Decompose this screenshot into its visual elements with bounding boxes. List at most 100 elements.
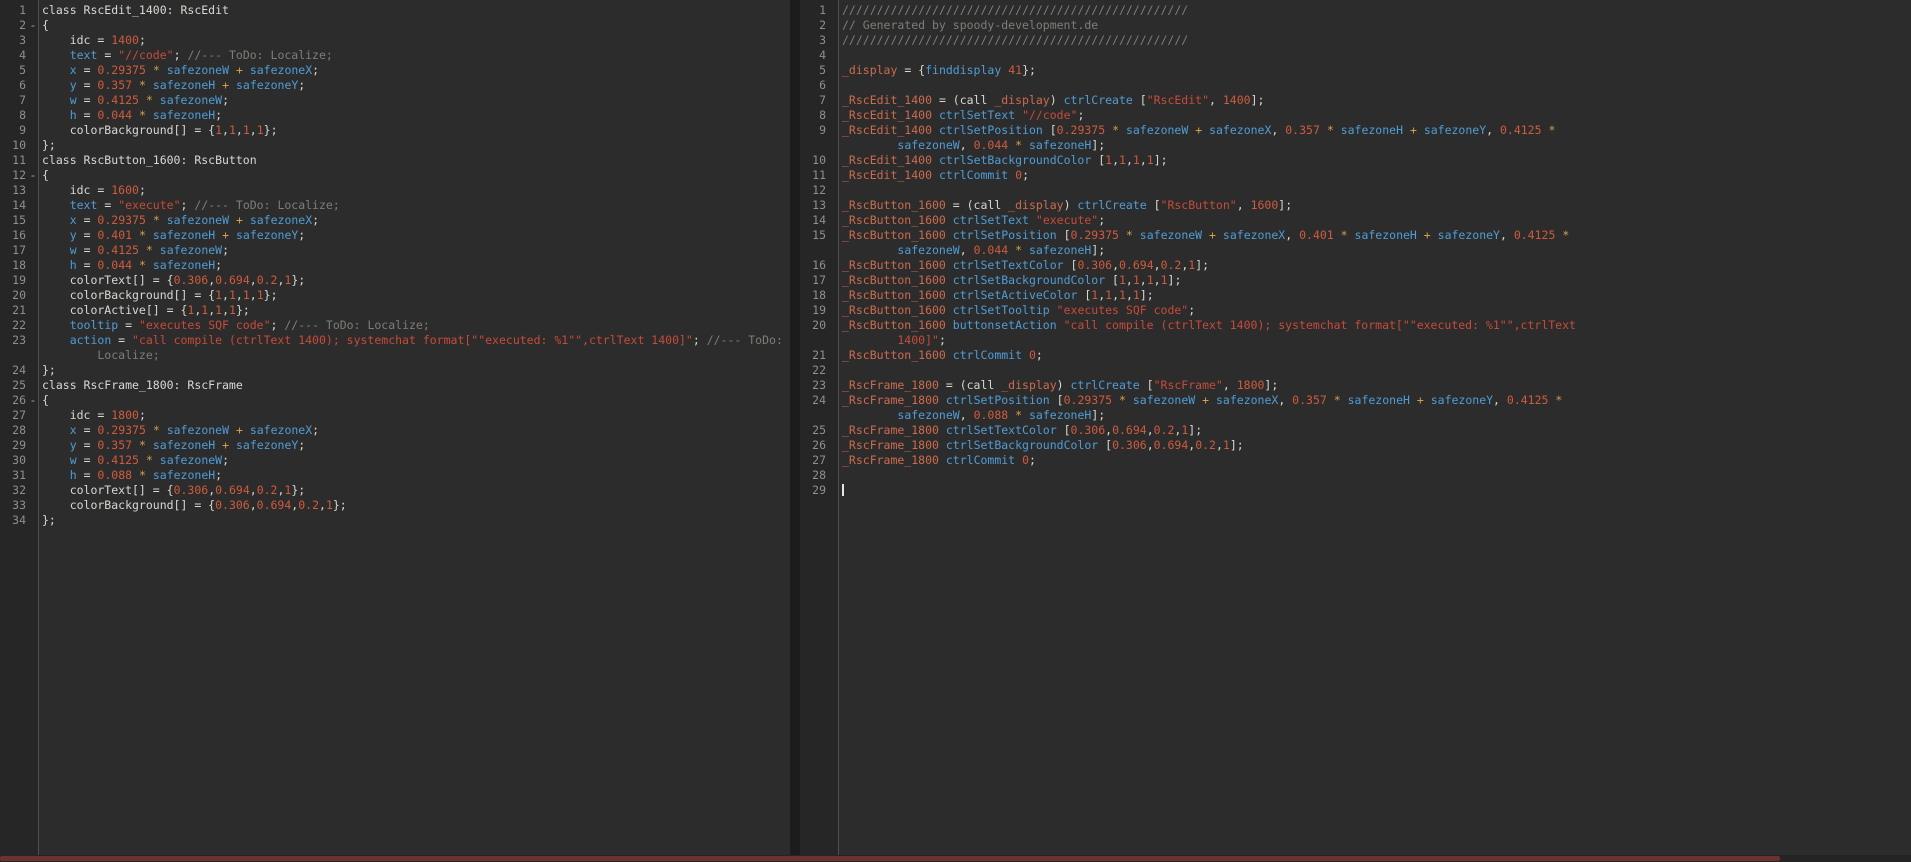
- code-line[interactable]: idc = 1600;: [38, 183, 790, 198]
- code-line[interactable]: _RscFrame_1800 ctrlSetTextColor [0.306,0…: [838, 423, 1911, 438]
- line-number[interactable]: 19: [0, 273, 38, 288]
- code-line[interactable]: _RscEdit_1400 = (call _display) ctrlCrea…: [838, 93, 1911, 108]
- code-line[interactable]: _RscButton_1600 ctrlSetTextColor [0.306,…: [838, 258, 1911, 273]
- line-number[interactable]: 27: [800, 453, 838, 468]
- fold-marker[interactable]: -: [28, 18, 38, 33]
- line-number[interactable]: 32: [0, 483, 38, 498]
- code-line[interactable]: w = 0.4125 * safezoneW;: [38, 243, 790, 258]
- code-line[interactable]: {: [38, 393, 790, 408]
- code-line[interactable]: idc = 1400;: [38, 33, 790, 48]
- code-line[interactable]: _RscEdit_1400 ctrlSetPosition [0.29375 *…: [838, 123, 1911, 138]
- line-number[interactable]: 15: [800, 228, 838, 243]
- code-line[interactable]: x = 0.29375 * safezoneW + safezoneX;: [38, 423, 790, 438]
- code-line[interactable]: w = 0.4125 * safezoneW;: [38, 453, 790, 468]
- code-line[interactable]: };: [38, 513, 790, 528]
- line-number[interactable]: [800, 333, 838, 348]
- line-number[interactable]: 15: [0, 213, 38, 228]
- code-line[interactable]: class RscFrame_1800: RscFrame: [38, 378, 790, 393]
- code-line[interactable]: colorText[] = {0.306,0.694,0.2,1};: [38, 273, 790, 288]
- code-line[interactable]: x = 0.29375 * safezoneW + safezoneX;: [38, 213, 790, 228]
- code-line[interactable]: colorBackground[] = {1,1,1,1};: [38, 123, 790, 138]
- line-number[interactable]: [800, 408, 838, 423]
- pane-divider[interactable]: [790, 0, 800, 855]
- line-number[interactable]: 19: [800, 303, 838, 318]
- line-number[interactable]: 28: [0, 423, 38, 438]
- right-code-area[interactable]: 1///////////////////////////////////////…: [800, 0, 1911, 498]
- code-line[interactable]: colorActive[] = {1,1,1,1};: [38, 303, 790, 318]
- line-number[interactable]: 7: [800, 93, 838, 108]
- line-number[interactable]: 29: [0, 438, 38, 453]
- line-number[interactable]: 6: [800, 78, 838, 93]
- line-number[interactable]: 3: [800, 33, 838, 48]
- code-line[interactable]: _RscEdit_1400 ctrlSetText "//code";: [838, 108, 1911, 123]
- line-number[interactable]: 6: [0, 78, 38, 93]
- line-number[interactable]: 2-: [0, 18, 38, 33]
- code-line[interactable]: w = 0.4125 * safezoneW;: [38, 93, 790, 108]
- line-number[interactable]: 12-: [0, 168, 38, 183]
- code-line[interactable]: // Generated by spoody-development.de: [838, 18, 1911, 33]
- code-line[interactable]: _RscFrame_1800 ctrlCommit 0;: [838, 453, 1911, 468]
- line-number[interactable]: 33: [0, 498, 38, 513]
- line-number[interactable]: 11: [800, 168, 838, 183]
- code-line[interactable]: y = 0.357 * safezoneH + safezoneY;: [38, 438, 790, 453]
- line-number[interactable]: 8: [800, 108, 838, 123]
- line-number[interactable]: 23: [0, 333, 38, 348]
- line-number[interactable]: 14: [800, 213, 838, 228]
- horizontal-scrollbar[interactable]: [0, 855, 1911, 862]
- code-line[interactable]: class RscButton_1600: RscButton: [38, 153, 790, 168]
- line-number[interactable]: 16: [0, 228, 38, 243]
- line-number[interactable]: 13: [800, 198, 838, 213]
- line-number[interactable]: 11: [0, 153, 38, 168]
- code-line[interactable]: [838, 483, 1911, 498]
- line-number[interactable]: 21: [0, 303, 38, 318]
- code-line[interactable]: [838, 183, 1911, 198]
- code-line[interactable]: {: [38, 18, 790, 33]
- code-line[interactable]: colorBackground[] = {1,1,1,1};: [38, 288, 790, 303]
- code-line[interactable]: {: [38, 168, 790, 183]
- code-line[interactable]: safezoneW, 0.088 * safezoneH];: [838, 408, 1911, 423]
- line-number[interactable]: 20: [0, 288, 38, 303]
- line-number[interactable]: 26-: [0, 393, 38, 408]
- code-line[interactable]: h = 0.044 * safezoneH;: [38, 258, 790, 273]
- line-number[interactable]: 3: [0, 33, 38, 48]
- line-number[interactable]: 26: [800, 438, 838, 453]
- line-number[interactable]: 34: [0, 513, 38, 528]
- code-line[interactable]: action = "call compile (ctrlText 1400); …: [38, 333, 790, 348]
- code-line[interactable]: [838, 78, 1911, 93]
- fold-marker[interactable]: -: [28, 393, 38, 408]
- code-line[interactable]: h = 0.088 * safezoneH;: [38, 468, 790, 483]
- line-number[interactable]: 9: [800, 123, 838, 138]
- line-number[interactable]: 5: [800, 63, 838, 78]
- code-line[interactable]: text = "//code"; //--- ToDo: Localize;: [38, 48, 790, 63]
- line-number[interactable]: 18: [800, 288, 838, 303]
- line-number[interactable]: 24: [800, 393, 838, 408]
- code-line[interactable]: _RscButton_1600 = (call _display) ctrlCr…: [838, 198, 1911, 213]
- fold-marker[interactable]: -: [28, 168, 38, 183]
- line-number[interactable]: 10: [0, 138, 38, 153]
- code-line[interactable]: _RscButton_1600 buttonsetAction "call co…: [838, 318, 1911, 333]
- line-number[interactable]: 1: [800, 3, 838, 18]
- code-line[interactable]: ////////////////////////////////////////…: [838, 3, 1911, 18]
- line-number[interactable]: 8: [0, 108, 38, 123]
- line-number[interactable]: 30: [0, 453, 38, 468]
- line-number[interactable]: 10: [800, 153, 838, 168]
- code-line[interactable]: _RscButton_1600 ctrlCommit 0;: [838, 348, 1911, 363]
- line-number[interactable]: 31: [0, 468, 38, 483]
- line-number[interactable]: 23: [800, 378, 838, 393]
- line-number[interactable]: 22: [800, 363, 838, 378]
- code-line[interactable]: class RscEdit_1400: RscEdit: [38, 3, 790, 18]
- line-number[interactable]: 7: [0, 93, 38, 108]
- line-number[interactable]: 13: [0, 183, 38, 198]
- code-line[interactable]: };: [38, 138, 790, 153]
- code-line[interactable]: y = 0.357 * safezoneH + safezoneY;: [38, 78, 790, 93]
- code-line[interactable]: y = 0.401 * safezoneH + safezoneY;: [38, 228, 790, 243]
- line-number[interactable]: 4: [0, 48, 38, 63]
- code-line[interactable]: _RscFrame_1800 ctrlSetPosition [0.29375 …: [838, 393, 1911, 408]
- code-line[interactable]: _RscButton_1600 ctrlSetTooltip "executes…: [838, 303, 1911, 318]
- code-line[interactable]: };: [38, 363, 790, 378]
- line-number[interactable]: 29: [800, 483, 838, 498]
- code-line[interactable]: _display = {finddisplay 41};: [838, 63, 1911, 78]
- line-number[interactable]: 18: [0, 258, 38, 273]
- code-line[interactable]: [838, 48, 1911, 63]
- code-line[interactable]: _RscButton_1600 ctrlSetPosition [0.29375…: [838, 228, 1911, 243]
